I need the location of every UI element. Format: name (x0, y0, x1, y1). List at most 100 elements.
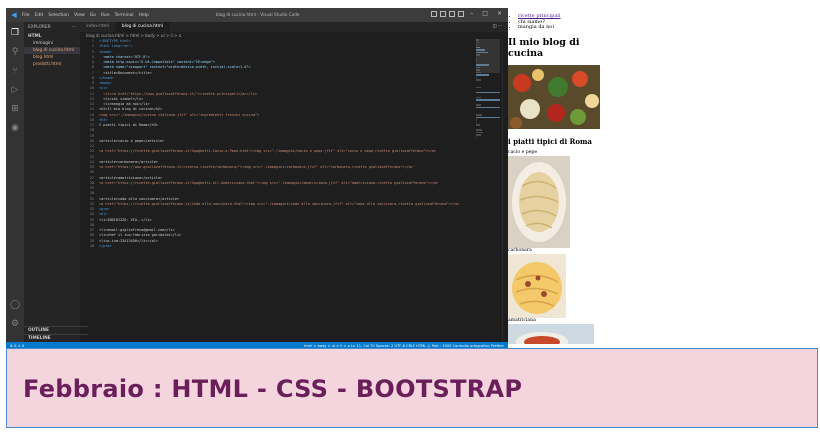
dish-caption-amatriciana: amatriciana (508, 317, 536, 323)
banner: Febbraio : HTML - CSS - BOOTSTRAP (6, 348, 818, 428)
minimap-line (476, 127, 477, 129)
minimap-line (476, 99, 500, 101)
minimap[interactable] (476, 39, 500, 138)
window-controls: – □ × (470, 10, 502, 17)
vscode-logo-icon: ◀ (11, 11, 17, 19)
minimap-line (476, 74, 489, 76)
minimap-line (476, 114, 483, 116)
code-text[interactable]: </pre> (99, 244, 112, 249)
tab-blog-di-cucina[interactable]: blog di cucina.html (115, 22, 171, 32)
code-line[interactable]: 32 <a href="https://ricette.giallozaffera… (80, 202, 476, 207)
customize-layout-icon[interactable] (458, 11, 464, 17)
menu-terminal[interactable]: Terminal (115, 13, 134, 18)
code-line[interactable]: 40 </pre> (80, 244, 476, 249)
remote-icon[interactable]: ◉ (10, 123, 20, 133)
extensions-icon[interactable]: ⊞ (10, 104, 20, 114)
minimize-icon[interactable]: – (470, 10, 473, 17)
minimap-line (476, 86, 482, 88)
file-prodotti[interactable]: prodotti.html (24, 61, 80, 68)
vscode-window: ◀ File Edit Selection View Go Run Termin… (6, 8, 508, 350)
nav-list: ricette principali chi siamo? mangia da … (508, 13, 608, 31)
file-blog-di-cucina[interactable]: blog di cucina.html (24, 47, 80, 54)
menu-help[interactable]: Help (139, 13, 149, 18)
minimap-line (476, 82, 477, 84)
code-line[interactable]: 22 <a href="https://ricette.giallozaffera… (80, 149, 476, 154)
menu-go[interactable]: Go (90, 13, 96, 18)
menu-edit[interactable]: Edit (35, 13, 44, 18)
window-title: blog di cucina.html - Visual Studio Code (216, 12, 300, 17)
editor-more-icon[interactable]: ··· (498, 24, 502, 29)
amatriciana-photo[interactable] (508, 323, 594, 344)
source-control-icon[interactable]: ⑂ (10, 66, 20, 76)
maximize-icon[interactable]: □ (482, 10, 488, 17)
outline-section[interactable]: OUTLINE (24, 326, 88, 334)
toggle-sidebar-icon[interactable] (431, 11, 437, 17)
minimap-line (476, 106, 500, 108)
minimap-viewport[interactable] (476, 39, 500, 73)
activity-bar: ❐ ⚲ ⑂ ▷ ⊞ ◉ ◯ ⚙ (6, 22, 24, 342)
explorer-title: EXPLORER (28, 25, 51, 30)
split-editor-icon[interactable]: ◫ (492, 24, 496, 29)
run-debug-icon[interactable]: ▷ (10, 85, 20, 95)
file-blog[interactable]: blog.html (24, 54, 80, 61)
minimap-line (476, 104, 481, 106)
code-text[interactable]: <img src="./immagini/cucina italiana.jfi… (99, 113, 259, 118)
menu-file[interactable]: File (22, 13, 30, 18)
code-text[interactable]: I piatti tipici di Roma</h3> (99, 123, 158, 128)
code-editor[interactable]: 1 <!DOCTYPE html> 2 <html lang="en"> 3 <head>… (80, 39, 476, 342)
menu-selection[interactable]: Selection (48, 13, 69, 18)
minimap-line (476, 112, 477, 114)
minimap-line (476, 119, 477, 121)
code-line[interactable]: 28 <a href="https://ricette.giallozaffera… (80, 181, 476, 186)
menu-view[interactable]: View (74, 13, 85, 18)
minimap-line (476, 102, 477, 104)
minimap-line (476, 131, 483, 133)
minimap-line (476, 76, 477, 78)
search-icon[interactable]: ⚲ (10, 47, 20, 57)
dish-caption-carbonara: carbonara (508, 247, 532, 253)
code-text[interactable]: <a href="https://ricette.giallozafferano… (99, 181, 438, 186)
dish-caption-cacio-e-pepe: cacio e pepe (508, 149, 538, 155)
settings-gear-icon[interactable]: ⚙ (10, 319, 20, 329)
breadcrumb[interactable]: blog di cucina.html > html > body > ul >… (86, 33, 181, 38)
menu-bar: File Edit Selection View Go Run Terminal… (22, 13, 149, 18)
minimap-line (476, 94, 477, 96)
code-text[interactable]: <li>INDIRIZZO: VIA..</li> (99, 218, 152, 223)
minimap-line (476, 116, 500, 118)
minimap-line (476, 84, 477, 86)
editor-tabs: index.html blog di cucina.html ◫ ··· (80, 22, 508, 32)
cacio-e-pepe-photo[interactable] (508, 155, 570, 248)
menu-run[interactable]: Run (101, 13, 110, 18)
toggle-secondary-sidebar-icon[interactable] (449, 11, 455, 17)
page-heading: Il mio blog di cucina (508, 36, 580, 59)
close-icon[interactable]: × (497, 10, 502, 17)
more-actions-icon[interactable]: ··· (72, 25, 76, 30)
account-icon[interactable]: ◯ (10, 300, 20, 310)
code-text[interactable]: <a href="https://ricette.giallozafferano… (99, 149, 436, 154)
explorer-panel: EXPLORER ··· HTML immagini blog di cucina… (24, 22, 88, 342)
browser-preview: ricette principali chi siamo? mangia da … (508, 8, 608, 350)
minimap-line (476, 89, 477, 91)
section-heading: i piatti tipici di Roma (508, 136, 592, 146)
banner-title: Febbraio : HTML - CSS - BOOTSTRAP (23, 375, 523, 403)
explorer-header: EXPLORER ··· (24, 22, 80, 33)
minimap-line (476, 136, 477, 138)
file-immagini[interactable]: immagini (24, 40, 80, 47)
editor-actions: ◫ ··· (486, 22, 508, 32)
explorer-icon[interactable]: ❐ (10, 28, 20, 38)
minimap-line (476, 124, 481, 126)
code-text[interactable]: <a href="https://ricette.giallozafferano… (99, 202, 459, 207)
tab-index-html[interactable]: index.html (80, 22, 116, 32)
folder-html[interactable]: HTML (24, 33, 80, 40)
code-text[interactable]: <article>cacio e pepe</article> (99, 139, 164, 144)
carbonara-photo[interactable] (508, 253, 566, 318)
timeline-section[interactable]: TIMELINE (24, 334, 88, 342)
minimap-line (476, 134, 481, 136)
minimap-line (476, 91, 500, 93)
ingredients-photo (508, 64, 600, 129)
toggle-panel-icon[interactable] (440, 11, 446, 17)
list-item-mangia-da-noi: mangia da noi (518, 24, 608, 31)
minimap-line (476, 129, 482, 131)
title-bar: ◀ File Edit Selection View Go Run Termin… (6, 8, 508, 22)
code-text[interactable]: <a href="https://www.giallozafferano.it/… (99, 165, 413, 170)
